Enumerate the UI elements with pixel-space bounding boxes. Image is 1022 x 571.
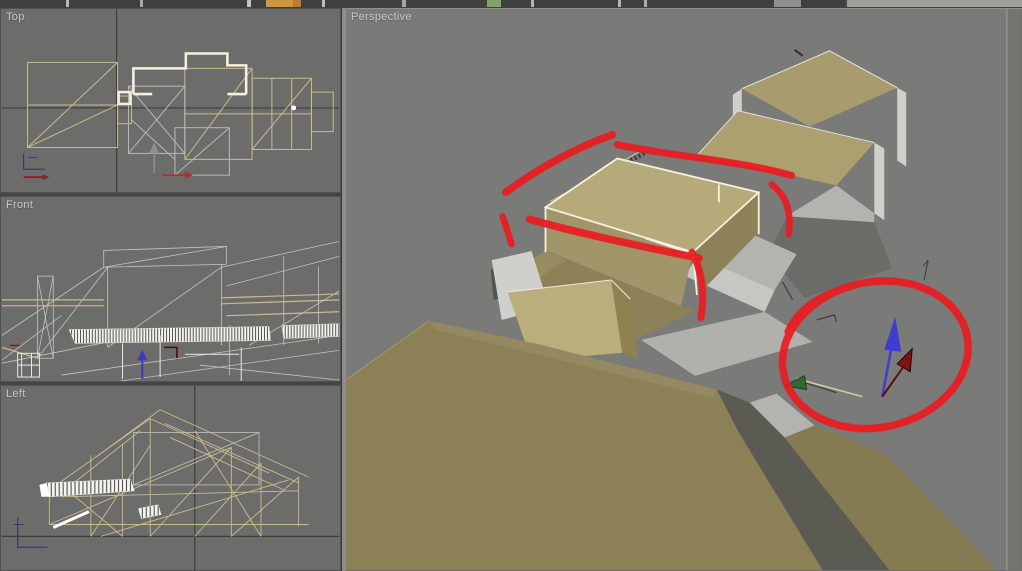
- toolbar-button-remnant[interactable]: [618, 0, 621, 7]
- toolbar-button-remnant-green[interactable]: [487, 0, 501, 7]
- shaded-building-model[interactable]: [346, 49, 994, 570]
- left-view-canvas: [1, 386, 340, 570]
- gizmo-corner-handle[interactable]: [164, 346, 178, 359]
- front-wireframe-building[interactable]: [1, 241, 340, 381]
- top-move-gizmo[interactable]: [149, 142, 193, 180]
- toolbar-button-remnant-orange[interactable]: [266, 0, 301, 7]
- toolbar-button-remnant[interactable]: [531, 0, 534, 7]
- top-wireframe-building[interactable]: [27, 61, 334, 176]
- toolbar-button-remnant[interactable]: [322, 0, 325, 7]
- front-view-canvas: [1, 241, 340, 381]
- gizmo-x-arrow-icon[interactable]: [184, 171, 193, 180]
- toolbar-button-remnant[interactable]: [140, 0, 143, 7]
- gizmo-z-arrow-icon[interactable]: [884, 316, 902, 352]
- top-grid-axes: [1, 9, 340, 192]
- toolbar-strip-light-section: [845, 0, 1022, 7]
- viewport-right-edge: [1007, 9, 1021, 570]
- gizmo-x-arrow-icon[interactable]: [896, 347, 913, 373]
- viewport-left-label[interactable]: Left: [6, 388, 26, 400]
- toolbar-button-remnant[interactable]: [774, 0, 801, 7]
- max-viewport-workspace: Top Front Left Perspective: [0, 0, 1022, 571]
- move-gizmo-3d[interactable]: [783, 316, 913, 398]
- left-wireframe-building[interactable]: [39, 409, 309, 537]
- top-view-canvas: [1, 9, 340, 192]
- gizmo-z-arrow-icon[interactable]: [137, 349, 148, 361]
- viewport-top[interactable]: Top: [0, 8, 341, 193]
- viewport-left[interactable]: Left: [0, 385, 341, 571]
- toolbar-button-remnant[interactable]: [402, 0, 406, 7]
- toolbar-button-remnant[interactable]: [247, 0, 251, 7]
- top-selected-object-outline[interactable]: [117, 52, 248, 106]
- left-axis-tripod-icon: [13, 517, 48, 548]
- front-railing-band: [68, 323, 340, 344]
- viewport-perspective[interactable]: Perspective: [345, 8, 1022, 571]
- viewport-perspective-label[interactable]: Perspective: [351, 11, 412, 23]
- viewport-front-label[interactable]: Front: [6, 199, 33, 211]
- viewport-top-label[interactable]: Top: [6, 11, 25, 23]
- perspective-canvas: [346, 9, 1021, 570]
- toolbar-button-remnant[interactable]: [66, 0, 69, 7]
- toolbar-button-remnant[interactable]: [644, 0, 647, 7]
- viewport-front[interactable]: Front: [0, 196, 341, 382]
- top-axis-tripod-icon: [22, 153, 50, 181]
